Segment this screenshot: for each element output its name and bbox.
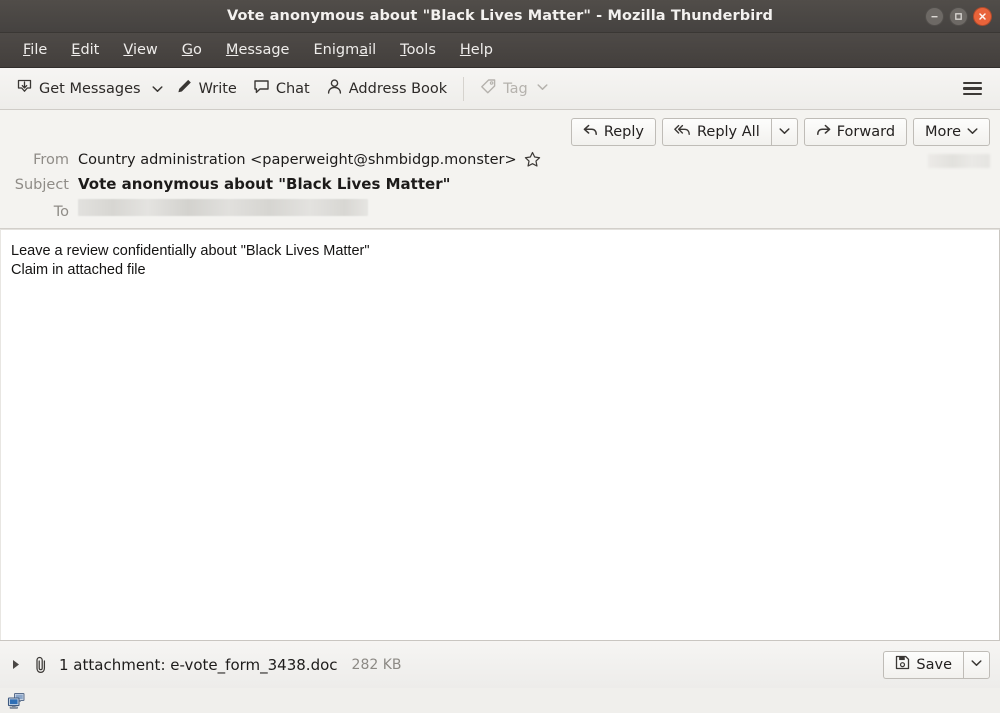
- write-button[interactable]: Write: [168, 74, 245, 103]
- menu-item-tools[interactable]: Tools: [389, 38, 447, 62]
- menu-item-edit[interactable]: Edit: [60, 38, 110, 62]
- menu-item-help-rest: elp: [470, 42, 493, 58]
- menu-item-edit-rest: dit: [80, 42, 100, 58]
- menu-item-message-rest: essage: [238, 42, 290, 58]
- more-label: More: [925, 124, 961, 140]
- menu-item-file[interactable]: File: [12, 38, 58, 62]
- window-controls: [925, 0, 992, 33]
- reply-all-button[interactable]: Reply All: [661, 118, 771, 146]
- hamburger-icon-bar-3: [963, 92, 982, 96]
- attachment-label[interactable]: 1 attachment: e-vote_form_3438.doc: [59, 656, 338, 674]
- subject-label: Subject: [14, 177, 69, 193]
- tag-icon: [480, 78, 497, 99]
- title-bar: Vote anonymous about "Black Lives Matter…: [0, 0, 1000, 33]
- app-menu-button[interactable]: [955, 75, 990, 103]
- minimize-button[interactable]: [925, 7, 944, 26]
- reply-all-group: Reply All: [661, 118, 798, 146]
- tag-button[interactable]: Tag: [472, 74, 556, 103]
- inbox-download-icon: [16, 78, 33, 99]
- window-title: Vote anonymous about "Black Lives Matter…: [226, 8, 774, 24]
- date-redaction: [928, 154, 990, 168]
- menu-item-enigmail-pre: Enigm: [313, 42, 360, 58]
- tag-dropdown-caret[interactable]: [537, 83, 548, 94]
- toolbar-separator: [463, 76, 465, 101]
- to-redaction: [78, 199, 368, 216]
- menu-item-view[interactable]: View: [112, 38, 168, 62]
- reply-all-label: Reply All: [696, 124, 760, 140]
- chevron-down-icon: [971, 659, 982, 670]
- menu-item-message[interactable]: Message: [215, 38, 301, 62]
- save-label: Save: [916, 656, 952, 673]
- attachment-save-group: Save: [883, 650, 990, 679]
- reply-all-arrow-icon: [674, 124, 691, 141]
- message-body-pane: Leave a review confidentially about "Bla…: [0, 229, 1000, 640]
- maximize-button[interactable]: [949, 7, 968, 26]
- address-book-label: Address Book: [348, 80, 448, 97]
- hamburger-icon-bar-2: [963, 87, 982, 90]
- network-computers-icon[interactable]: [7, 692, 29, 710]
- message-body-line-1: Leave a review confidentially about "Bla…: [11, 243, 370, 259]
- menu-item-enigmail[interactable]: Enigmail: [302, 38, 387, 62]
- reply-label: Reply: [603, 124, 644, 140]
- menu-item-view-rest: iew: [132, 42, 158, 58]
- menu-item-go[interactable]: Go: [171, 38, 213, 62]
- from-label: From: [33, 151, 69, 168]
- subject-value: Vote anonymous about "Black Lives Matter…: [78, 175, 451, 193]
- more-button[interactable]: More: [913, 118, 990, 146]
- thunderbird-window: Vote anonymous about "Black Lives Matter…: [0, 0, 1000, 713]
- menu-item-go-rest: o: [193, 42, 202, 58]
- save-button-group: Save: [883, 650, 990, 679]
- from-row: From Country administration <paperweight…: [0, 150, 1000, 174]
- forward-arrow-icon: [816, 124, 831, 141]
- write-label: Write: [198, 80, 237, 97]
- person-icon: [326, 78, 343, 99]
- get-messages-button[interactable]: Get Messages: [8, 74, 149, 103]
- status-bar: [0, 688, 1000, 713]
- chevron-down-icon: [779, 127, 790, 138]
- chat-label: Chat: [275, 80, 310, 97]
- reply-arrow-icon: [583, 124, 598, 141]
- forward-label: Forward: [836, 124, 896, 140]
- menu-bar: File Edit View Go Message Enigmail Tools…: [0, 33, 1000, 68]
- attachment-size: 282 KB: [351, 656, 402, 673]
- get-messages-label: Get Messages: [39, 80, 141, 97]
- main-toolbar: Get Messages Write Chat Address Book Tag: [0, 68, 1000, 110]
- message-header-fields: From Country administration <paperweight…: [0, 148, 1000, 222]
- reply-button[interactable]: Reply: [570, 118, 656, 146]
- speech-bubble-icon: [253, 78, 270, 99]
- to-label: To: [53, 204, 69, 220]
- attachment-bar: 1 attachment: e-vote_form_3438.doc 282 K…: [0, 640, 1000, 688]
- message-header: Reply Reply All Forward More From Countr…: [0, 110, 1000, 229]
- save-dropdown[interactable]: [963, 650, 990, 679]
- hamburger-icon-bar-1: [963, 81, 982, 85]
- address-book-button[interactable]: Address Book: [318, 74, 455, 103]
- message-body-text: Leave a review confidentially about "Bla…: [1, 230, 999, 292]
- paperclip-icon: [32, 656, 51, 674]
- to-row: To: [0, 198, 1000, 222]
- save-button[interactable]: Save: [883, 650, 963, 679]
- to-value-wrap: [78, 199, 368, 216]
- tag-label: Tag: [503, 80, 528, 97]
- subject-row: Subject Vote anonymous about "Black Live…: [0, 174, 1000, 198]
- get-messages-dropdown[interactable]: [149, 81, 168, 97]
- from-value-wrap: Country administration <paperweight@shmb…: [78, 151, 541, 168]
- menu-item-tools-rest: ools: [406, 42, 436, 58]
- menu-item-help[interactable]: Help: [449, 38, 504, 62]
- save-disk-icon: [895, 655, 910, 674]
- menu-item-enigmail-post: il: [368, 42, 377, 58]
- from-value[interactable]: Country administration <paperweight@shmb…: [78, 152, 517, 168]
- star-outline-icon[interactable]: [524, 151, 541, 168]
- close-button[interactable]: [973, 7, 992, 26]
- message-body-line-2: Claim in attached file: [11, 262, 146, 279]
- triangle-right-icon[interactable]: [8, 657, 24, 673]
- pencil-icon: [176, 78, 193, 99]
- forward-button[interactable]: Forward: [803, 118, 908, 146]
- chevron-down-icon: [967, 127, 978, 138]
- message-action-buttons: Reply Reply All Forward More: [0, 110, 1000, 148]
- reply-all-dropdown[interactable]: [770, 118, 798, 146]
- chat-button[interactable]: Chat: [245, 74, 318, 103]
- menu-item-file-rest: ile: [30, 42, 48, 58]
